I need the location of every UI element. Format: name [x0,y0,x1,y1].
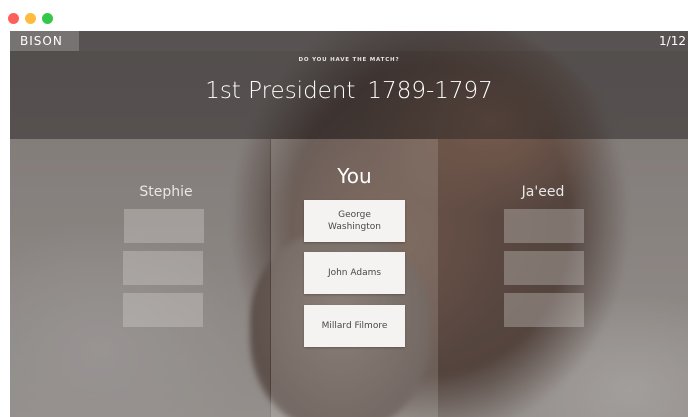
brand-logo: BISON [10,31,79,51]
question-prompt: DO YOU HAVE THE MATCH? [298,57,400,63]
close-window-button[interactable] [8,13,19,24]
question-title: 1st President [205,78,356,104]
question-text: 1st President 1789-1797 [10,78,688,104]
question-progress: 1/12 [659,34,686,48]
answer-choice-button[interactable]: John Adams [304,252,405,294]
opponent-name-right: Ja'eed [521,184,565,200]
opponent-answer-slot [123,251,203,285]
opponent-answer-slot [504,209,584,243]
player-name-you: You [337,164,372,188]
answer-choice-label: Millard Filmore [321,321,388,331]
answer-choice-button[interactable]: Millard Filmore [304,305,405,347]
top-bar: BISON 1/12 [10,31,688,51]
app-window: BISON 1/12 DO YOU HAVE THE MATCH? 1st Pr… [0,0,688,417]
minimize-window-button[interactable] [25,13,36,24]
opponent-answer-slot [504,251,584,285]
opponent-answer-slot [124,209,204,243]
answer-choice-label: George Washington [328,210,381,232]
zoom-window-button[interactable] [42,13,53,24]
opponent-name-left: Stephie [139,184,193,200]
question-years: 1789-1797 [367,78,493,104]
answer-choice-label: John Adams [327,268,382,278]
answer-choice-button[interactable]: George Washington [304,200,405,242]
game-stage: BISON 1/12 DO YOU HAVE THE MATCH? 1st Pr… [10,31,688,417]
opponent-answer-slot [123,293,203,327]
opponent-answer-slot [504,293,584,327]
question-banner: DO YOU HAVE THE MATCH? 1st President 1789… [10,51,688,139]
window-titlebar [0,0,688,31]
